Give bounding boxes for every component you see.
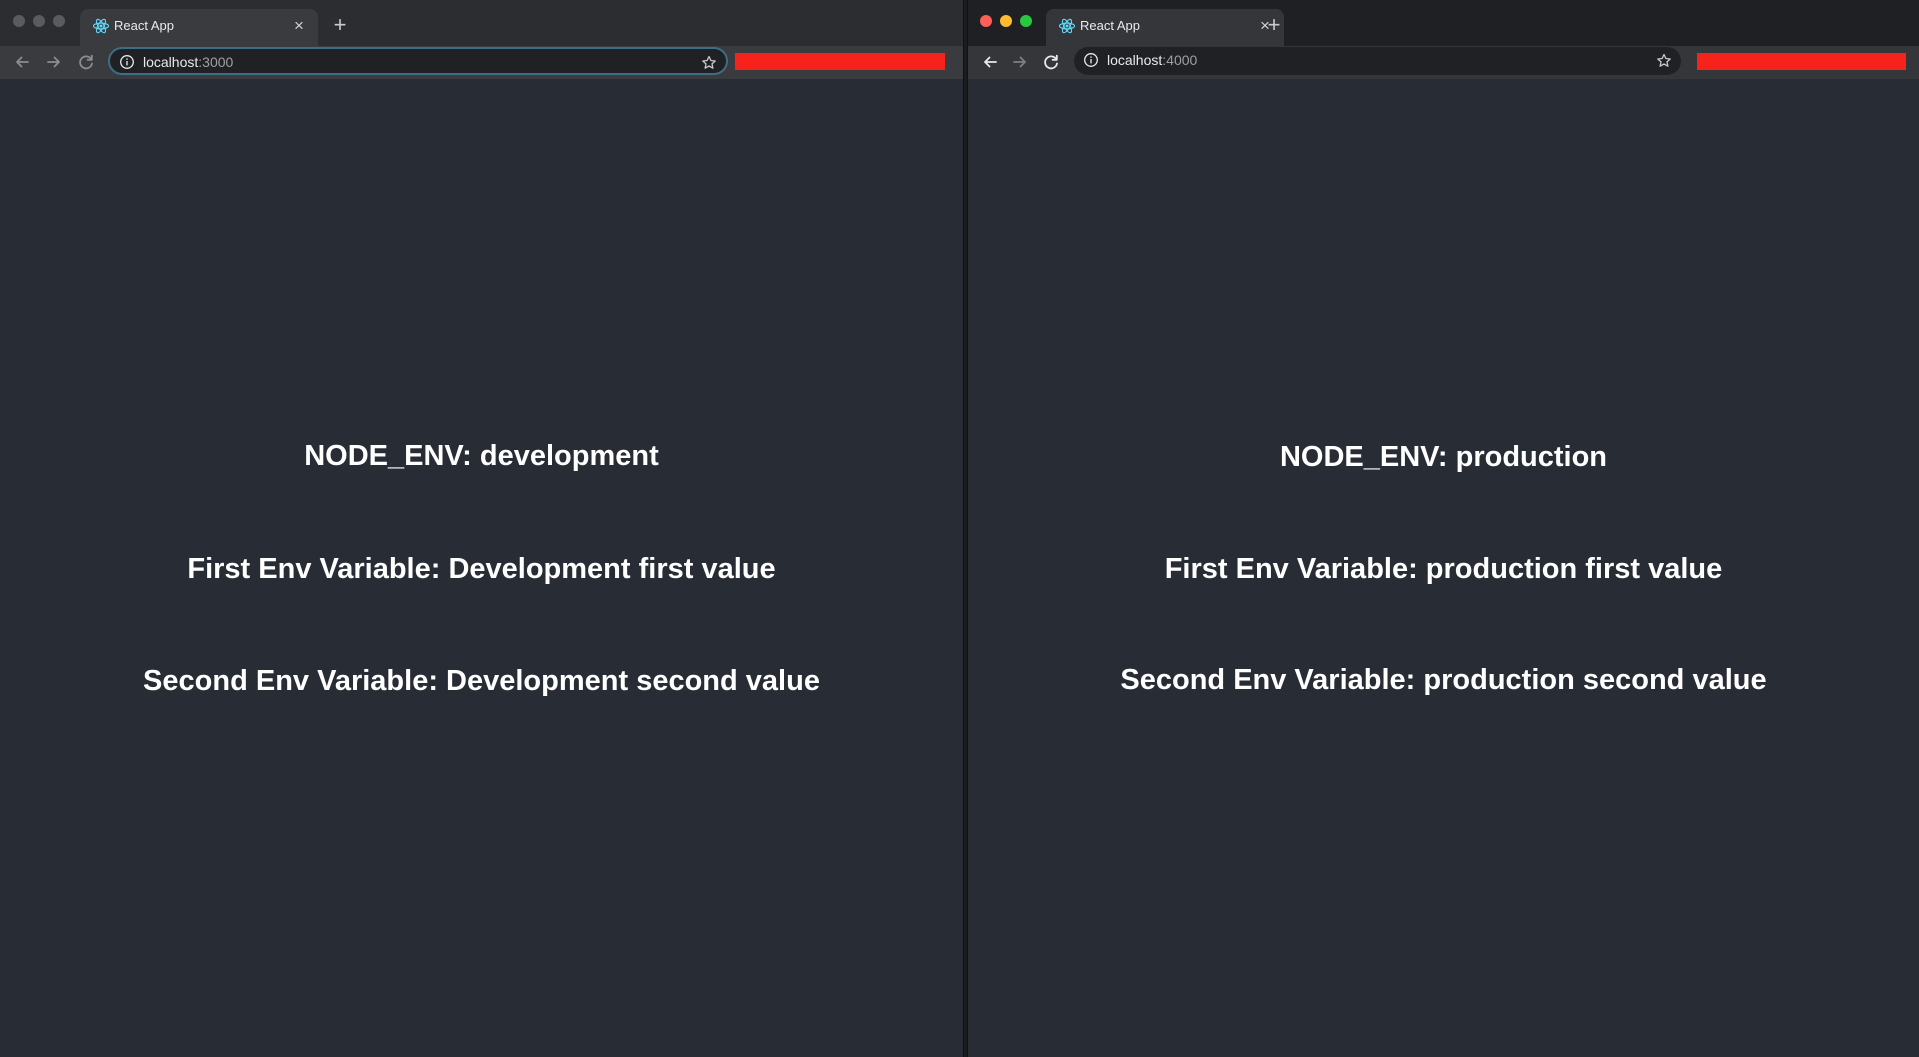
url-text: localhost:4000 <box>1107 51 1197 69</box>
first-env-variable-heading: First Env Variable: Development first va… <box>187 553 776 585</box>
info-icon[interactable] <box>119 54 135 70</box>
minimize-window-button[interactable] <box>1000 15 1012 27</box>
first-env-variable-heading: First Env Variable: production first val… <box>1164 553 1723 585</box>
tab-title: React App <box>114 18 174 33</box>
title-bar: React App × + <box>0 0 963 46</box>
address-bar[interactable]: localhost:3000 <box>108 47 728 75</box>
new-tab-button[interactable]: + <box>1261 13 1287 39</box>
react-logo-icon <box>1058 17 1076 35</box>
zoom-window-button[interactable] <box>1020 15 1032 27</box>
close-window-button[interactable] <box>13 15 25 27</box>
browser-tab[interactable]: React App × <box>1046 9 1284 46</box>
close-window-button[interactable] <box>980 15 992 27</box>
tab-close-icon[interactable]: × <box>290 17 308 35</box>
address-bar[interactable]: localhost:4000 <box>1074 47 1681 75</box>
redacted-region <box>735 53 945 70</box>
bookmark-star-icon[interactable] <box>1655 52 1673 70</box>
forward-arrow-icon[interactable] <box>1009 51 1031 73</box>
second-env-variable-heading: Second Env Variable: production second v… <box>1120 664 1767 696</box>
new-tab-button[interactable]: + <box>327 13 353 39</box>
node-env-heading: NODE_ENV: development <box>304 440 659 472</box>
bookmark-star-icon[interactable] <box>700 54 718 72</box>
title-bar: React App × + <box>968 0 1919 46</box>
react-logo-icon <box>92 17 110 35</box>
reload-icon[interactable] <box>1040 51 1062 73</box>
back-arrow-icon[interactable] <box>979 51 1001 73</box>
minimize-window-button[interactable] <box>33 15 45 27</box>
browser-toolbar: localhost:4000 <box>968 46 1919 79</box>
browser-tab[interactable]: React App × <box>80 9 318 46</box>
url-port: :4000 <box>1162 52 1198 68</box>
zoom-window-button[interactable] <box>53 15 65 27</box>
forward-arrow-icon[interactable] <box>43 51 65 73</box>
browser-window-right: React App × + localhost:4000 NODE_ENV: p… <box>967 0 1919 1057</box>
redacted-region <box>1697 53 1906 70</box>
url-host: localhost <box>143 54 199 70</box>
url-port: :3000 <box>198 54 234 70</box>
reload-icon[interactable] <box>75 51 97 73</box>
browser-toolbar: localhost:3000 <box>0 46 963 79</box>
info-icon[interactable] <box>1083 52 1099 68</box>
node-env-heading: NODE_ENV: production <box>1279 441 1608 473</box>
tab-title: React App <box>1080 18 1140 33</box>
browser-window-left: React App × + localhost:3000 NODE_ENV: d… <box>0 0 964 1057</box>
url-text: localhost:3000 <box>143 53 233 71</box>
second-env-variable-heading: Second Env Variable: Development second … <box>143 665 820 697</box>
desktop-screen: React App × + localhost:3000 NODE_ENV: d… <box>0 0 1919 1057</box>
url-host: localhost <box>1107 52 1163 68</box>
back-arrow-icon[interactable] <box>11 51 33 73</box>
